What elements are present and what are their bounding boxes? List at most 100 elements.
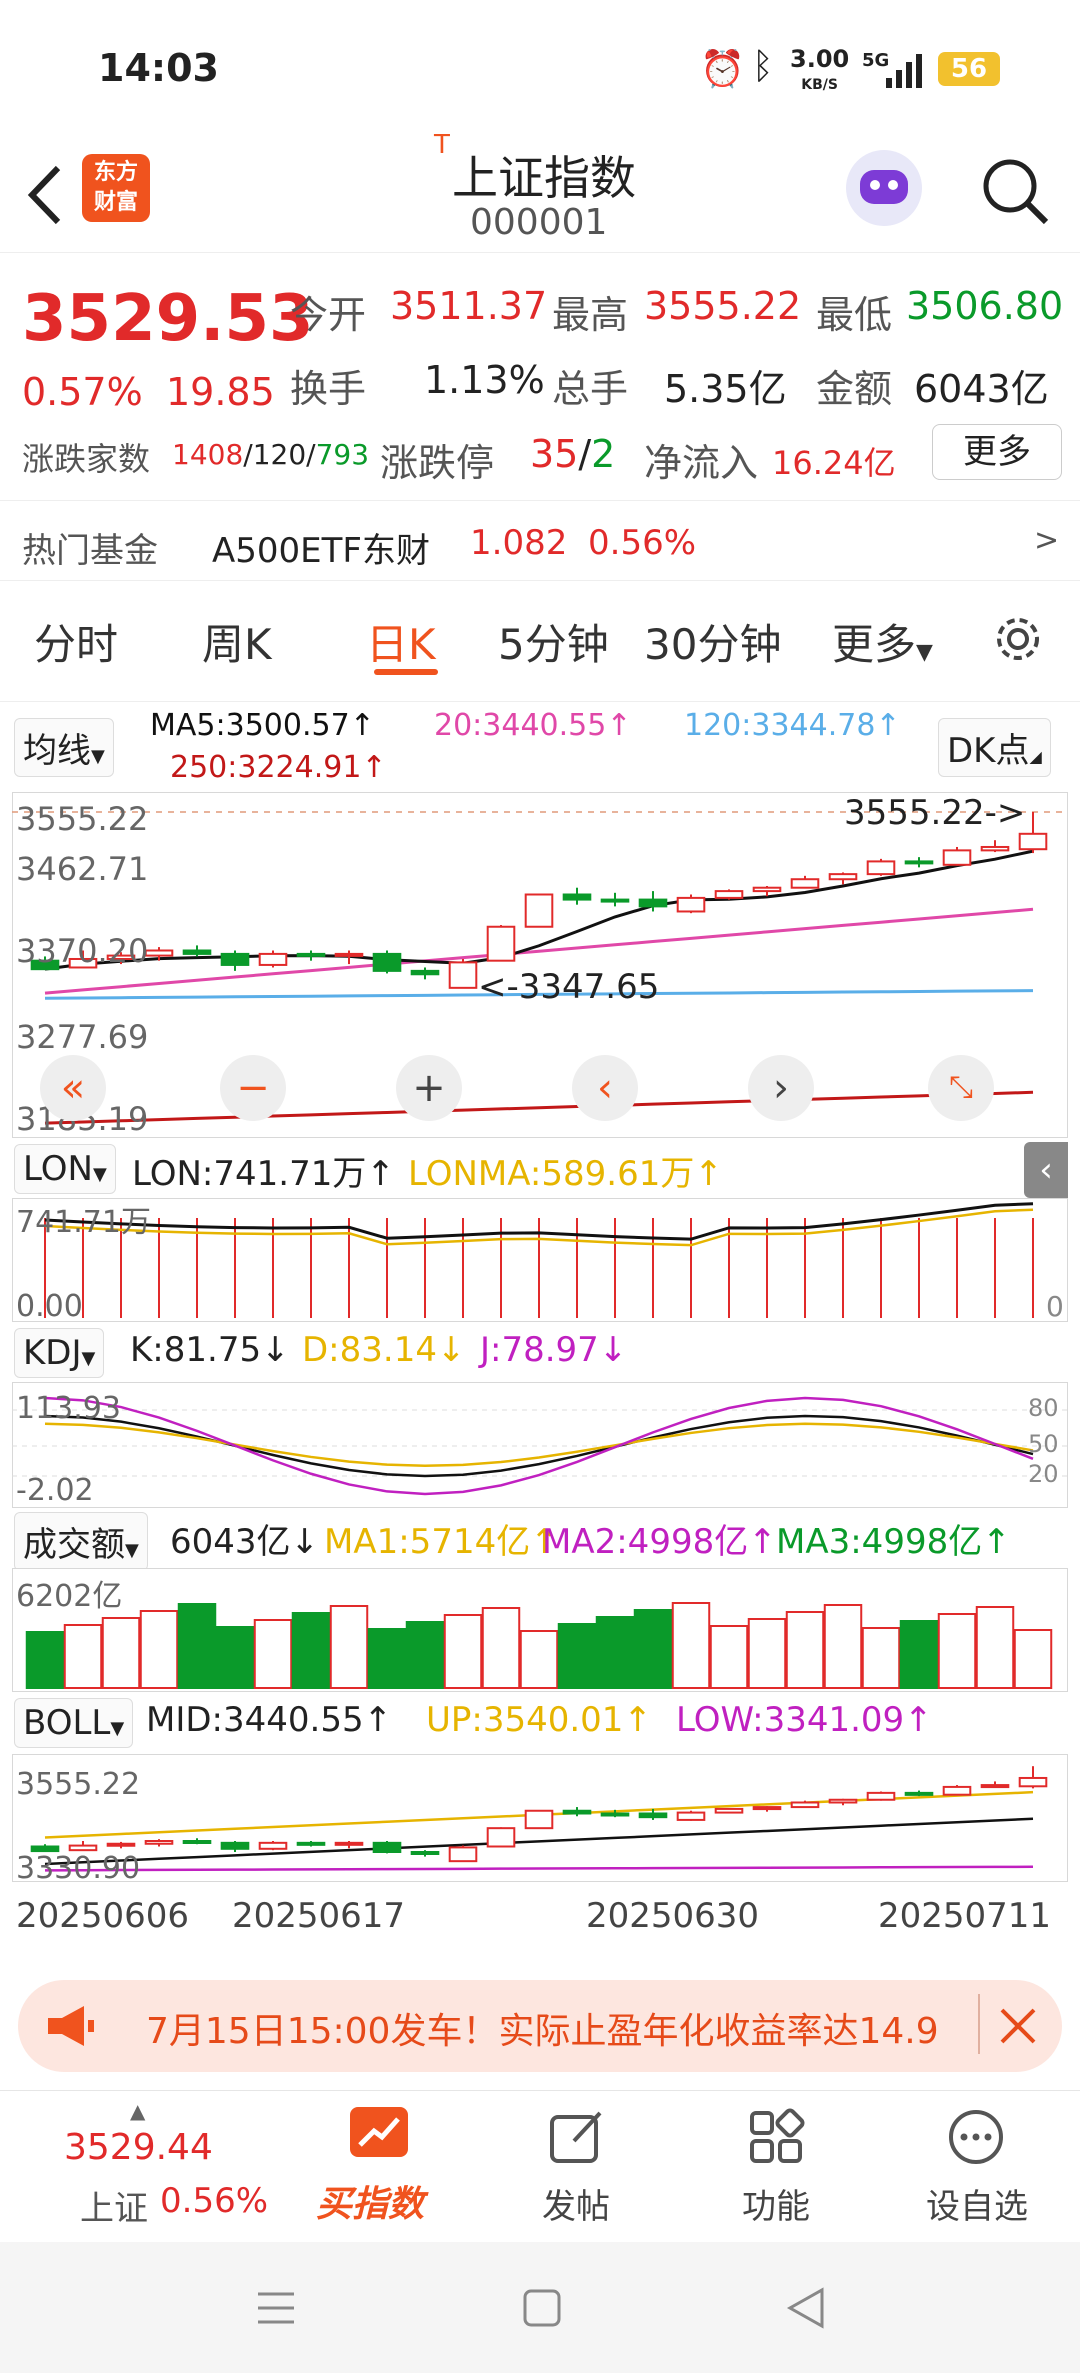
functions-label: 功能 (742, 2187, 810, 2227)
boll-candle (296, 1841, 326, 1846)
max-price-marker: 3555.22-> (844, 793, 1025, 833)
candle (220, 952, 250, 966)
caret-down-icon: ▼ (916, 640, 933, 665)
volume-label: 总手 (552, 367, 629, 411)
amount-bar (215, 1626, 255, 1689)
close-icon[interactable] (998, 2006, 1038, 2046)
buy-index-label: 买指数 (316, 2184, 425, 2225)
kdj-bottom-label: -2.02 (16, 1473, 94, 1508)
min-price-marker: <-3347.65 (478, 967, 659, 1007)
amount-selector[interactable]: 成交额▼ (14, 1512, 148, 1571)
inflow-label: 净流入 (644, 441, 759, 485)
boll-candle (904, 1791, 934, 1796)
boll-candle (182, 1840, 212, 1844)
boll-candle (562, 1809, 592, 1815)
amount-ma3: MA3:4998亿↑ (776, 1522, 1011, 1562)
boll-candle (866, 1791, 896, 1801)
boll-candle (144, 1840, 174, 1845)
fund-pct: 0.56% (588, 523, 697, 563)
home-icon[interactable] (522, 2288, 562, 2328)
candle (258, 952, 288, 966)
promo-banner[interactable]: 7月15日15:00发车！实际止盈年化收益率达14.9 (18, 1980, 1062, 2072)
gear-icon[interactable] (990, 611, 1046, 667)
candle (942, 849, 972, 866)
tab-more[interactable]: 更多▼ (832, 611, 933, 672)
buy-index-button[interactable]: 买指数 (280, 2091, 480, 2243)
dk-label: DK点 (947, 731, 1030, 771)
edit-icon (550, 2111, 602, 2163)
caret-down-icon: ▼ (125, 1540, 139, 1561)
active-tab-indicator (374, 669, 438, 675)
up-count: 1408 (172, 438, 244, 471)
amount-bar (709, 1625, 749, 1689)
kdj-selector[interactable]: KDJ▼ (14, 1328, 105, 1378)
amount-bar (975, 1606, 1015, 1689)
zoom-in-button[interactable]: + (396, 1055, 462, 1121)
kdj-d-value: D:83.14↓ (302, 1330, 466, 1370)
back-icon[interactable] (22, 160, 66, 230)
scroll-left-fast-button[interactable]: « (40, 1055, 106, 1121)
functions-button[interactable]: 功能 (676, 2091, 876, 2243)
more-button[interactable]: 更多 (932, 424, 1062, 480)
candle (676, 896, 706, 913)
date-label-4: 20250711 (878, 1896, 1052, 1936)
tab-intraday[interactable]: 分时 (34, 611, 118, 672)
header: 东方 财富 T 上证指数 000001 (0, 130, 1080, 253)
kline-chart[interactable]: 3555.22 3462.71 3370.20 3277.69 3185.19 … (12, 792, 1068, 1138)
boll-candle (106, 1842, 136, 1847)
caret-up-icon: ▲ (130, 2099, 146, 2123)
ma20-value: 20:3440.55↑ (434, 708, 632, 743)
robot-avatar[interactable] (846, 150, 922, 226)
last-price: 3529.53 (22, 282, 314, 356)
date-label-3: 20250630 (586, 1896, 760, 1936)
net-speed-value: 3.00 (790, 45, 850, 73)
caret-down-icon: ▼ (91, 746, 105, 767)
back-nav-icon[interactable] (786, 2286, 826, 2330)
boll-candle (1018, 1776, 1048, 1788)
ma-selector[interactable]: 均线▼ (14, 718, 114, 777)
tab-weekly[interactable]: 周K (202, 611, 272, 672)
y-label-mid: 3370.20 (16, 932, 148, 970)
boll-chart: 3555.22 3330.90 (12, 1754, 1068, 1882)
boll-candle (714, 1807, 744, 1814)
amount-top-label: 6202亿 (16, 1579, 122, 1614)
boll-candle (372, 1841, 402, 1854)
app-logo[interactable]: 东方 财富 (82, 154, 150, 222)
lon-selector[interactable]: LON▼ (14, 1144, 116, 1194)
tab-5min[interactable]: 5分钟 (498, 611, 609, 672)
candle (562, 893, 592, 901)
hot-fund-row[interactable]: 热门基金 A500ETF东财 1.082 0.56% > (0, 500, 1080, 579)
post-button[interactable]: 发帖 (476, 2091, 676, 2243)
boll-selector[interactable]: BOLL▼ (14, 1698, 134, 1748)
menu-icon[interactable] (254, 2288, 298, 2328)
scroll-right-button[interactable]: › (748, 1055, 814, 1121)
boll-candle (980, 1784, 1010, 1789)
scroll-left-button[interactable]: ‹ (572, 1055, 638, 1121)
limit-down: 2 (591, 432, 616, 476)
ticker-name: 上证 (80, 2189, 148, 2229)
ma250-value: 250:3224.91↑ (170, 750, 387, 785)
zoom-out-button[interactable]: − (220, 1055, 286, 1121)
candle (296, 952, 326, 957)
candle (866, 860, 896, 876)
kdj-20-label: 20 (1028, 1460, 1059, 1488)
boll-header: BOLL▼ MID:3440.55↑ UP:3540.01↑ LOW:3341.… (0, 1696, 1080, 1752)
caret-down-icon: ▼ (92, 1164, 107, 1185)
tab-30min[interactable]: 30分钟 (644, 611, 781, 672)
tab-daily[interactable]: 日K (366, 611, 436, 672)
stock-code: 000001 (470, 202, 608, 243)
fullscreen-icon[interactable]: ⤡ (928, 1055, 994, 1121)
change-value: 19.85 (166, 370, 275, 414)
limit-up: 35 (530, 432, 579, 476)
add-watchlist-button[interactable]: 设自选 (876, 2091, 1076, 2243)
search-icon[interactable] (978, 154, 1052, 228)
collapse-panel-button[interactable]: ‹ (1024, 1142, 1068, 1198)
candle (638, 898, 668, 908)
candle (980, 845, 1010, 852)
dk-point-button[interactable]: DK点◢ (938, 718, 1051, 777)
index-ticker[interactable]: ▲ 3529.44 上证 0.56% (40, 2091, 270, 2243)
lon-header: LON▼ LON:741.71万↑ LONMA:589.61万↑ ‹ (0, 1142, 1080, 1198)
logo-line1: 东方 (93, 160, 138, 185)
amount-bar (177, 1603, 217, 1689)
candle (448, 961, 478, 989)
